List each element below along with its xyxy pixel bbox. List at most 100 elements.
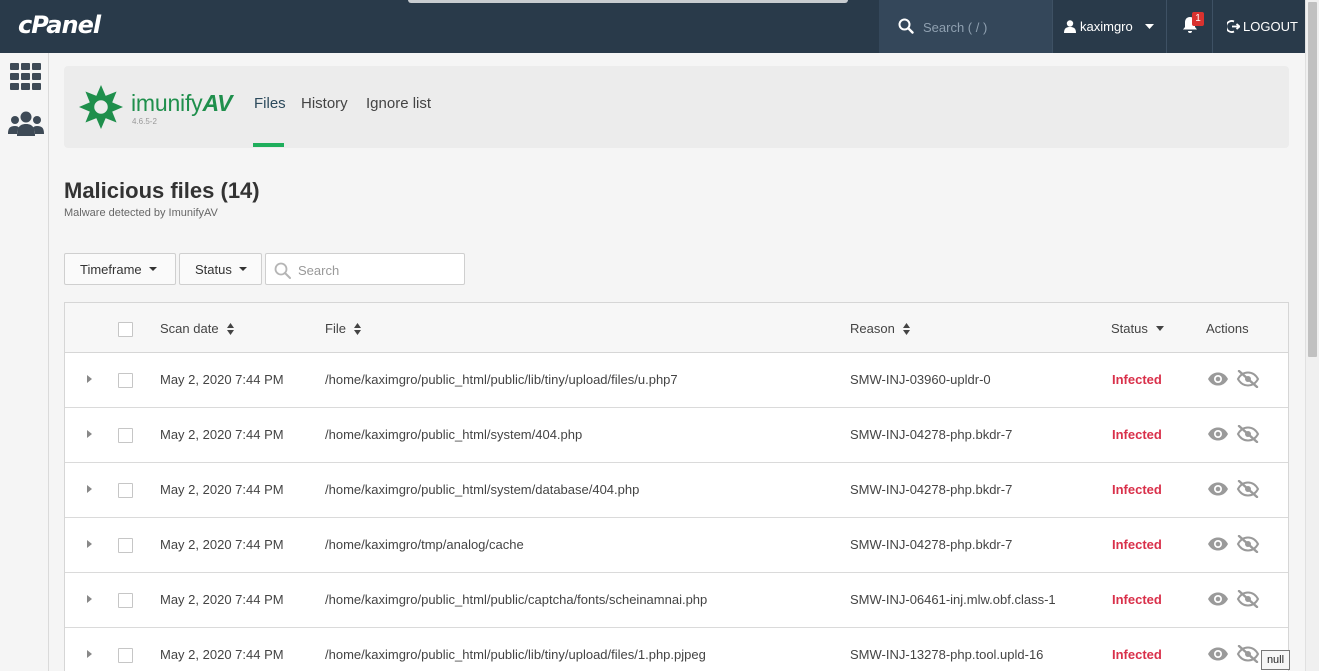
- file-search[interactable]: [265, 253, 465, 285]
- status-cell: Infected: [1112, 372, 1162, 387]
- top-strip: [408, 0, 848, 3]
- header-status[interactable]: Status: [1111, 321, 1164, 336]
- eye-icon[interactable]: [1207, 647, 1229, 666]
- page-title: Malicious files (14): [64, 178, 260, 203]
- tab-ignore-list[interactable]: Ignore list: [366, 95, 431, 112]
- notification-badge: 1: [1192, 12, 1204, 26]
- eye-slash-icon[interactable]: [1236, 644, 1260, 668]
- search-icon: [898, 18, 914, 34]
- eye-icon[interactable]: [1207, 537, 1229, 556]
- expand-arrow-icon[interactable]: [87, 375, 92, 383]
- tab-history[interactable]: History: [301, 95, 348, 112]
- logo-text-light: imunify: [131, 90, 203, 116]
- user-menu[interactable]: kaximgro: [1064, 0, 1154, 53]
- imunify-logo-icon: [79, 85, 123, 129]
- logout-icon: [1227, 20, 1240, 33]
- file-search-input[interactable]: [298, 260, 458, 280]
- header-scan-date[interactable]: Scan date: [160, 321, 234, 336]
- file-path-cell: /home/kaximgro/public_html/system/databa…: [325, 482, 640, 497]
- username: kaximgro: [1080, 19, 1133, 34]
- caret-down-icon: [1155, 326, 1164, 331]
- header-file-label: File: [325, 321, 346, 336]
- scan-date-cell: May 2, 2020 7:44 PM: [160, 427, 284, 442]
- sort-icon: [902, 322, 910, 335]
- cpanel-logo[interactable]: cPanel: [18, 11, 101, 39]
- status-cell: Infected: [1112, 482, 1162, 497]
- scan-date-cell: May 2, 2020 7:44 PM: [160, 482, 284, 497]
- table-row[interactable]: May 2, 2020 7:44 PM/home/kaximgro/public…: [65, 353, 1288, 408]
- eye-icon[interactable]: [1207, 372, 1229, 391]
- file-path-cell: /home/kaximgro/public_html/public/lib/ti…: [325, 647, 706, 662]
- reason-cell: SMW-INJ-04278-php.bkdr-7: [850, 482, 1013, 497]
- eye-slash-icon[interactable]: [1236, 589, 1260, 613]
- table-row[interactable]: May 2, 2020 7:44 PM/home/kaximgro/public…: [65, 408, 1288, 463]
- status-cell: Infected: [1112, 592, 1162, 607]
- expand-arrow-icon[interactable]: [87, 540, 92, 548]
- table-row[interactable]: May 2, 2020 7:44 PM/home/kaximgro/public…: [65, 573, 1288, 628]
- eye-icon[interactable]: [1207, 427, 1229, 446]
- sort-icon: [353, 322, 361, 335]
- eye-slash-icon[interactable]: [1236, 534, 1260, 558]
- malicious-files-table: Scan date File Reason Status Actions May…: [64, 302, 1289, 671]
- row-checkbox[interactable]: [118, 373, 133, 388]
- logo-text-bold: AV: [202, 90, 233, 116]
- select-all-checkbox[interactable]: [118, 322, 133, 337]
- scan-date-cell: May 2, 2020 7:44 PM: [160, 372, 284, 387]
- row-checkbox[interactable]: [118, 483, 133, 498]
- caret-down-icon: [1144, 24, 1154, 29]
- scan-date-cell: May 2, 2020 7:44 PM: [160, 647, 284, 662]
- plugin-header: imunifyAV 4.6.5-2 Files History Ignore l…: [64, 66, 1289, 148]
- header-file[interactable]: File: [325, 321, 361, 336]
- scan-date-cell: May 2, 2020 7:44 PM: [160, 592, 284, 607]
- expand-arrow-icon[interactable]: [87, 485, 92, 493]
- global-search[interactable]: [879, 0, 1052, 53]
- eye-slash-icon[interactable]: [1236, 479, 1260, 503]
- left-sidebar: [0, 53, 49, 671]
- status-filter-label: Status: [195, 261, 232, 277]
- eye-icon[interactable]: [1207, 592, 1229, 611]
- divider: [1166, 0, 1167, 53]
- row-checkbox[interactable]: [118, 593, 133, 608]
- header-status-label: Status: [1111, 321, 1148, 336]
- table-header: Scan date File Reason Status Actions: [65, 303, 1288, 353]
- reason-cell: SMW-INJ-04278-php.bkdr-7: [850, 537, 1013, 552]
- scan-date-cell: May 2, 2020 7:44 PM: [160, 537, 284, 552]
- tooltip: null: [1261, 650, 1290, 670]
- row-checkbox[interactable]: [118, 538, 133, 553]
- caret-down-icon: [148, 267, 157, 271]
- table-row[interactable]: May 2, 2020 7:44 PM/home/kaximgro/public…: [65, 628, 1288, 671]
- row-checkbox[interactable]: [118, 648, 133, 663]
- logout-button[interactable]: LOGOUT: [1227, 0, 1298, 53]
- expand-arrow-icon[interactable]: [87, 430, 92, 438]
- eye-slash-icon[interactable]: [1236, 369, 1260, 393]
- global-search-input[interactable]: [923, 16, 1043, 38]
- top-navbar: cPanel kaximgro 1 LOGOUT: [0, 0, 1305, 53]
- logout-label: LOGOUT: [1243, 19, 1298, 34]
- eye-icon[interactable]: [1207, 482, 1229, 501]
- expand-arrow-icon[interactable]: [87, 595, 92, 603]
- status-cell: Infected: [1112, 537, 1162, 552]
- search-icon: [274, 262, 291, 279]
- header-reason[interactable]: Reason: [850, 321, 910, 336]
- file-path-cell: /home/kaximgro/public_html/public/captch…: [325, 592, 708, 607]
- page-subtitle: Malware detected by ImunifyAV: [64, 207, 218, 219]
- tab-files[interactable]: Files: [254, 95, 286, 112]
- row-checkbox[interactable]: [118, 428, 133, 443]
- scrollbar-thumb[interactable]: [1308, 2, 1317, 357]
- status-dropdown[interactable]: Status: [179, 253, 262, 285]
- active-tab-indicator: [253, 143, 284, 147]
- table-row[interactable]: May 2, 2020 7:44 PM/home/kaximgro/tmp/an…: [65, 518, 1288, 573]
- status-cell: Infected: [1112, 647, 1162, 662]
- timeframe-dropdown[interactable]: Timeframe: [64, 253, 176, 285]
- expand-arrow-icon[interactable]: [87, 650, 92, 658]
- eye-slash-icon[interactable]: [1236, 424, 1260, 448]
- reason-cell: SMW-INJ-06461-inj.mlw.obf.class-1: [850, 592, 1056, 607]
- page-scrollbar[interactable]: [1305, 0, 1319, 671]
- status-cell: Infected: [1112, 427, 1162, 442]
- table-row[interactable]: May 2, 2020 7:44 PM/home/kaximgro/public…: [65, 463, 1288, 518]
- users-icon[interactable]: [8, 111, 44, 137]
- timeframe-label: Timeframe: [80, 261, 142, 277]
- imunify-logo-text: imunifyAV: [131, 90, 232, 117]
- grid-icon[interactable]: [10, 63, 41, 90]
- divider: [1052, 0, 1053, 53]
